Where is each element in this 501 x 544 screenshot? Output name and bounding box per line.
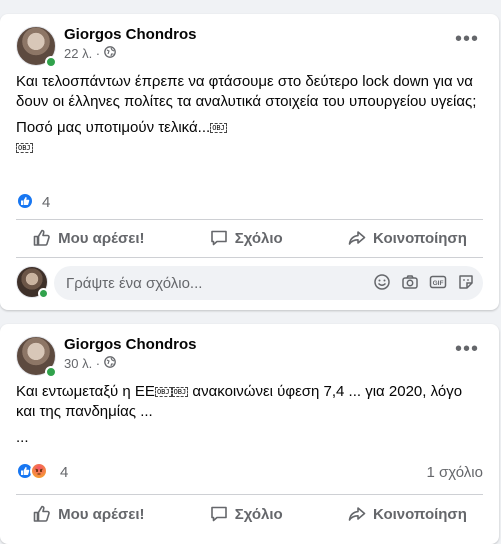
- share-label: Κοινοποίηση: [372, 505, 467, 523]
- post-actions: Μου αρέσει! Σχόλιο Κοινοποίηση: [0, 220, 499, 256]
- online-status-dot: [38, 288, 49, 299]
- post-paragraph: Και εντωμεταξύ η ΕΕ OBJ OBJ ανακοινώνει ύφ…: [16, 382, 483, 422]
- svg-text:GIF: GIF: [433, 280, 444, 287]
- post-paragraph: ...: [16, 429, 29, 446]
- post-text: Και τελοσπάντων έπρεπε να φτάσουμε στο δ…: [0, 72, 499, 158]
- post-header: Giorgos Chondros 22 λ. · •••: [0, 14, 499, 72]
- comment-button[interactable]: Σχόλιο: [209, 504, 283, 524]
- share-button[interactable]: Κοινοποίηση: [347, 504, 467, 524]
- share-icon: [348, 231, 366, 245]
- like-button[interactable]: Μου αρέσει!: [32, 504, 145, 524]
- post-meta: 30 λ. ·: [64, 356, 116, 371]
- comment-count[interactable]: 1 σχόλιο: [427, 464, 483, 481]
- reaction-count[interactable]: 4: [60, 464, 68, 481]
- post-time[interactable]: 30 λ. ·: [64, 356, 100, 371]
- post-time[interactable]: 22 λ. ·: [64, 46, 100, 61]
- share-button[interactable]: Κοινοποίηση: [347, 228, 467, 248]
- online-status-dot: [45, 366, 57, 378]
- divider: [16, 257, 483, 258]
- share-icon: [348, 507, 366, 521]
- camera-icon[interactable]: [401, 273, 419, 291]
- share-label: Κοινοποίηση: [372, 229, 467, 247]
- comment-icon: [210, 230, 227, 246]
- post-text-part: Και εντωμεταξύ η ΕΕ: [16, 383, 155, 400]
- comment-box[interactable]: GIF: [54, 266, 483, 300]
- sticker-icon[interactable]: [457, 273, 475, 291]
- like-reaction-icon: [16, 192, 34, 210]
- post-meta: 22 λ. ·: [64, 46, 116, 61]
- comment-icon: [210, 506, 227, 522]
- globe-icon: [104, 46, 116, 61]
- object-placeholder: OBJ: [154, 387, 172, 398]
- comment-label: Σχόλιο: [234, 229, 283, 247]
- post-text: Και εντωμεταξύ η ΕΕ OBJ OBJ ανακοινώνει ύφ…: [0, 382, 499, 448]
- globe-icon: [104, 356, 116, 371]
- thumbs-up-icon: [33, 229, 50, 246]
- thumbs-up-icon: [33, 505, 50, 522]
- reaction-icons: [16, 462, 48, 480]
- like-button[interactable]: Μου αρέσει!: [32, 228, 145, 248]
- comment-input[interactable]: [66, 274, 346, 292]
- reaction-count[interactable]: 4: [42, 194, 50, 211]
- divider: [16, 494, 483, 495]
- object-placeholder: OBJ: [16, 143, 33, 154]
- post-actions: Μου αρέσει! Σχόλιο Κοινοποίηση: [0, 496, 499, 532]
- more-options-icon[interactable]: •••: [455, 29, 479, 49]
- online-status-dot: [45, 56, 57, 68]
- reactions-summary[interactable]: 4 1 σχόλιο: [0, 454, 499, 490]
- post-card: Giorgos Chondros 30 λ. · ••• Και εντωμετ…: [0, 324, 499, 544]
- emoji-icon[interactable]: [373, 273, 391, 291]
- comment-tools: GIF: [373, 273, 475, 291]
- object-placeholder: OBJ: [171, 387, 189, 398]
- like-label: Μου αρέσει!: [58, 229, 145, 247]
- comment-composer: GIF: [0, 262, 499, 302]
- post-header: Giorgos Chondros 30 λ. · •••: [0, 324, 499, 382]
- post-paragraph: Και τελοσπάντων έπρεπε να φτάσουμε στο δ…: [16, 73, 477, 110]
- angry-reaction-icon: [30, 462, 48, 480]
- object-placeholder: OBJ: [210, 123, 227, 134]
- comment-button[interactable]: Σχόλιο: [209, 228, 283, 248]
- gif-icon[interactable]: GIF: [429, 273, 447, 291]
- like-label: Μου αρέσει!: [58, 505, 145, 523]
- author-name[interactable]: Giorgos Chondros: [64, 336, 197, 353]
- reaction-icons: [16, 192, 34, 210]
- more-options-icon[interactable]: •••: [455, 339, 479, 359]
- post-card: Giorgos Chondros 22 λ. · ••• Και τελοσπά…: [0, 14, 499, 310]
- comment-label: Σχόλιο: [234, 505, 283, 523]
- post-paragraph: Ποσό μας υποτιμούν τελικά... OBJ OBJ: [16, 118, 483, 158]
- post-paragraph-text: Ποσό μας υποτιμούν τελικά...: [16, 119, 211, 136]
- reactions-summary[interactable]: 4: [0, 184, 499, 220]
- author-name[interactable]: Giorgos Chondros: [64, 26, 197, 43]
